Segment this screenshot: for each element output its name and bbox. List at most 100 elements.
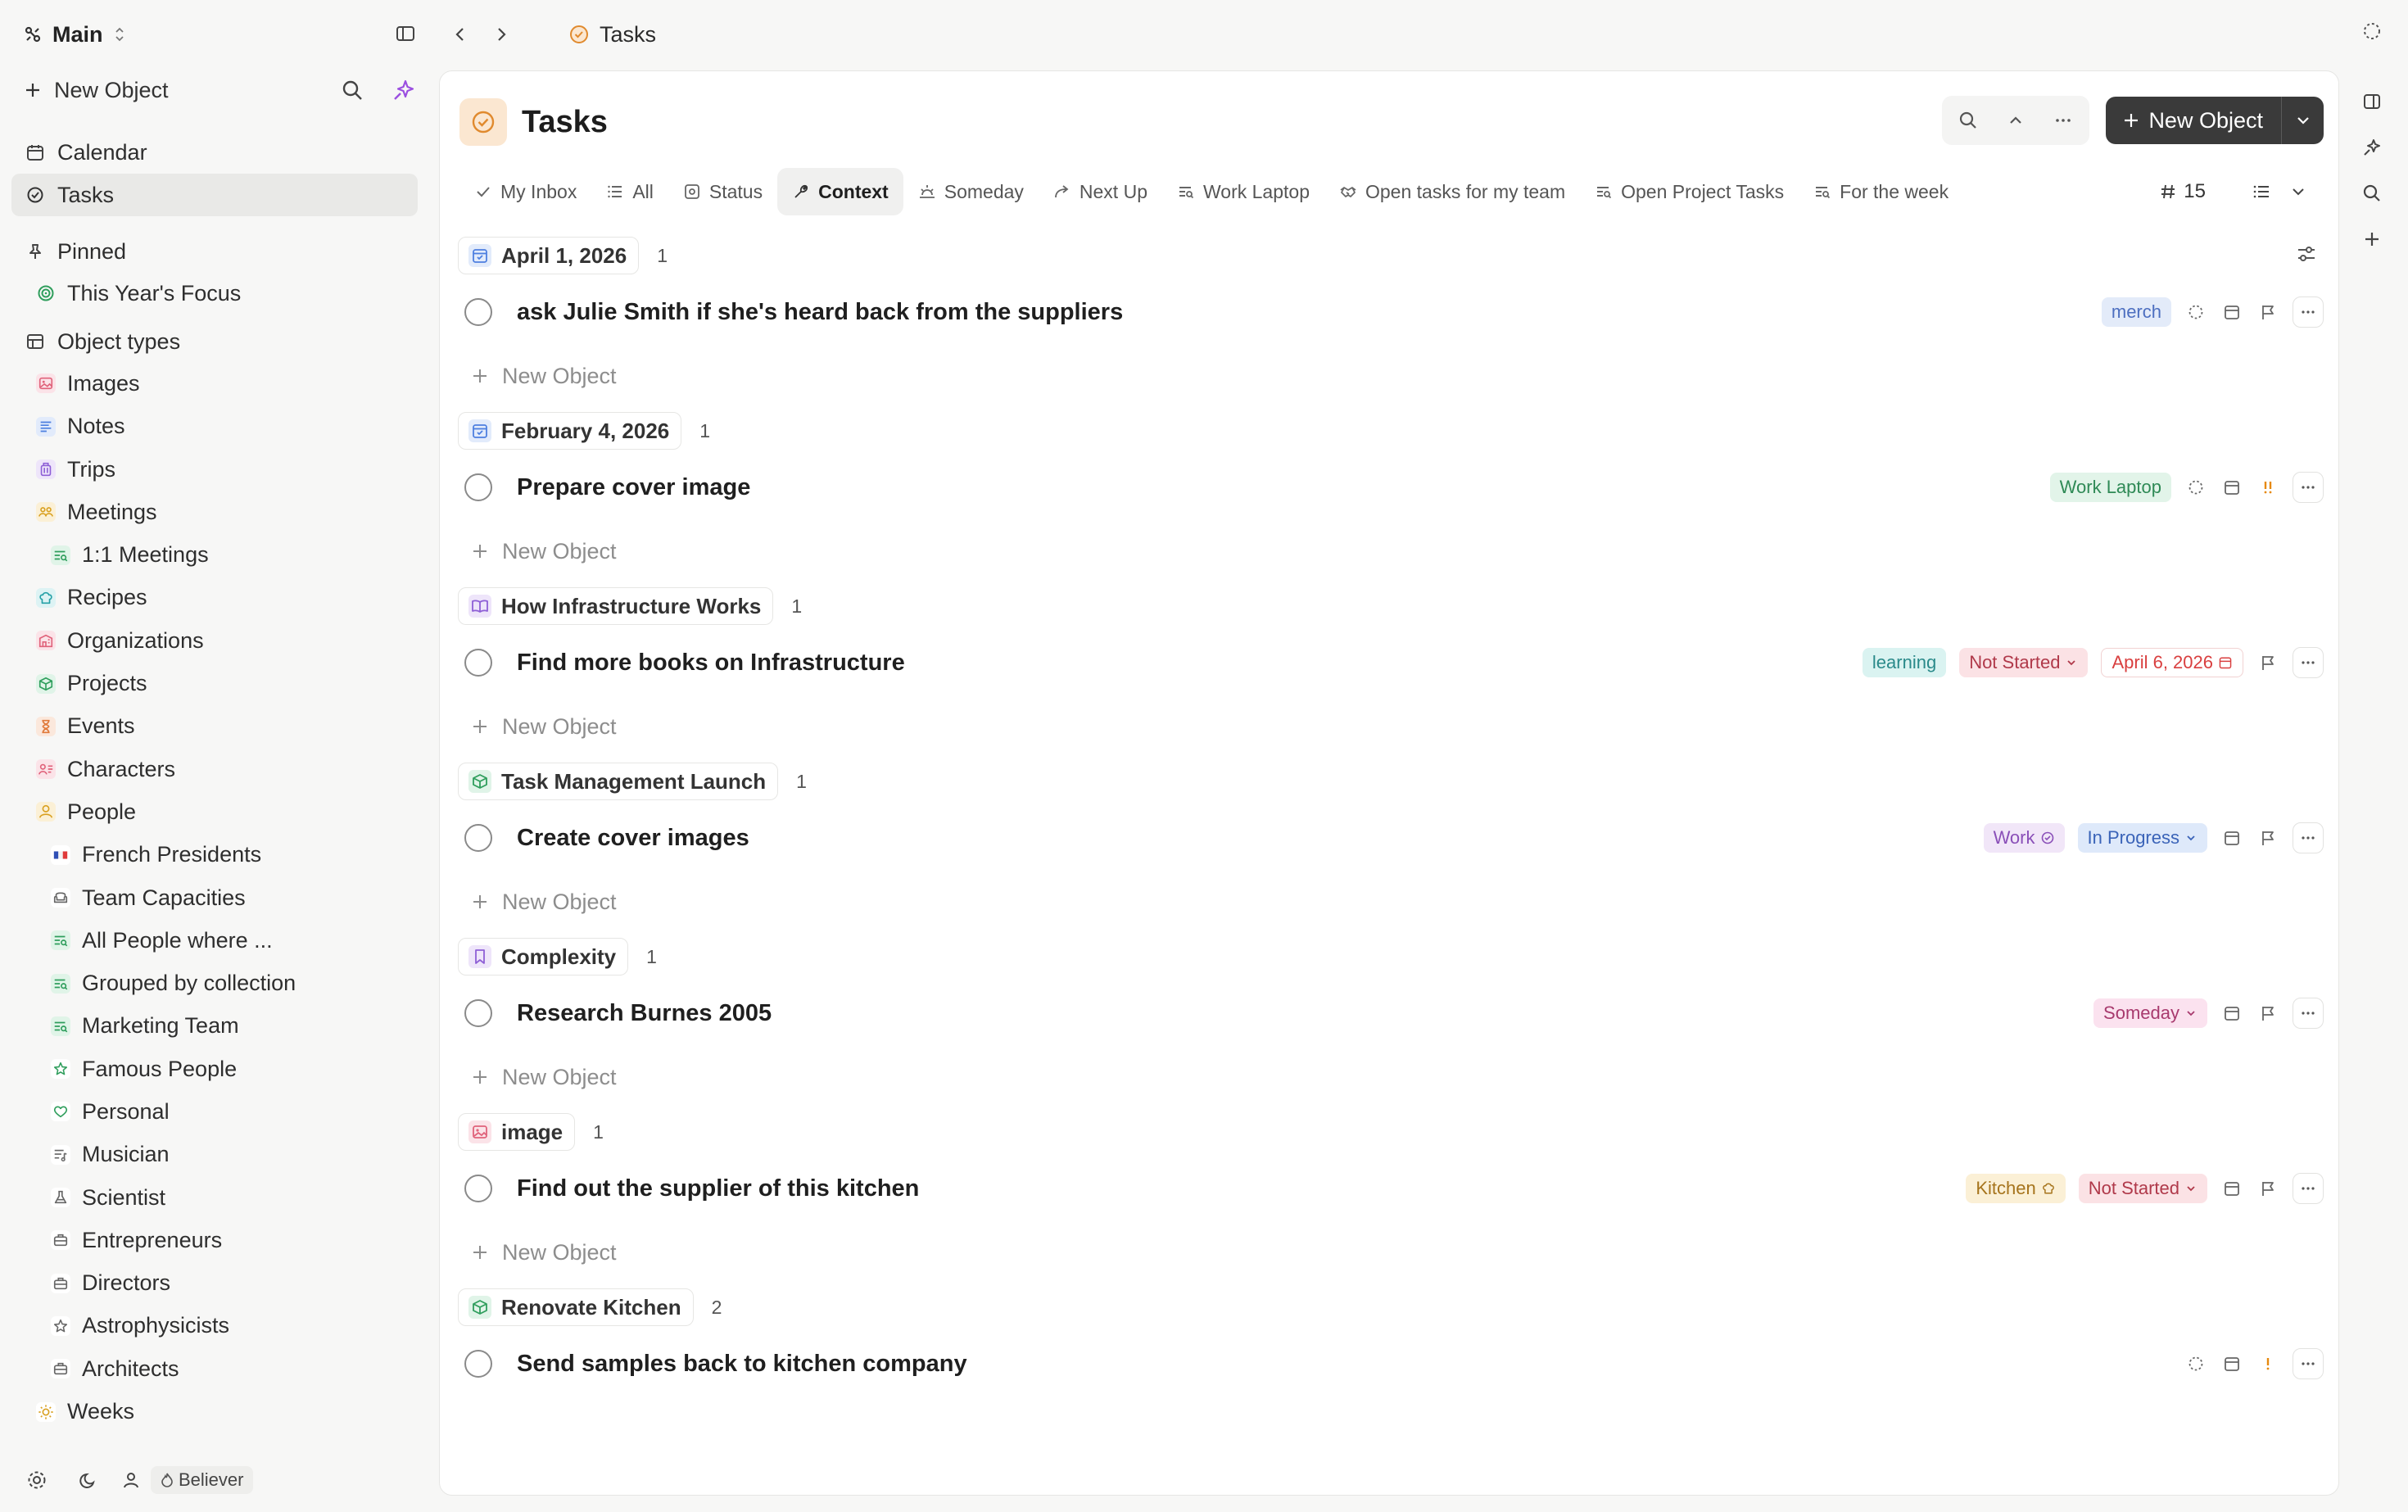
task-title[interactable]: ask Julie Smith if she's heard back from… <box>517 299 1123 326</box>
new-object-button-main[interactable]: New Object <box>2106 97 2281 144</box>
task-checkbox[interactable] <box>464 824 492 852</box>
ai-sparkle-icon[interactable] <box>392 78 416 102</box>
object-types-section-header[interactable]: Object types <box>11 315 418 362</box>
task-title[interactable]: Find out the supplier of this kitchen <box>517 1175 919 1202</box>
loading-circle-icon[interactable] <box>2362 21 2382 41</box>
new-object-button[interactable]: New Object <box>2106 97 2324 144</box>
sidebar-item-architects[interactable]: Architects <box>11 1347 418 1390</box>
calendar-icon[interactable] <box>2220 1002 2243 1025</box>
calendar-icon[interactable] <box>2220 1352 2243 1375</box>
task-row[interactable]: Prepare cover image Work Laptop <box>458 455 2324 520</box>
group-chip[interactable]: Task Management Launch <box>458 763 779 800</box>
search-icon[interactable] <box>341 79 364 102</box>
group-chip[interactable]: Complexity <box>458 938 629 976</box>
add-task-button[interactable]: New Object <box>458 1221 2324 1283</box>
status-dashed-icon[interactable] <box>2184 1352 2207 1375</box>
task-row[interactable]: Find out the supplier of this kitchen Kit… <box>458 1156 2324 1221</box>
sidebar-toggle-icon[interactable] <box>395 23 416 44</box>
tab-status[interactable]: Status <box>668 168 777 215</box>
group-chip[interactable]: February 4, 2026 <box>458 412 682 450</box>
sidebar-item-meetings[interactable]: Meetings <box>11 491 418 533</box>
task-row[interactable]: Send samples back to kitchen company <box>458 1331 2324 1397</box>
search-icon[interactable] <box>2362 183 2382 203</box>
tab-open-tasks-for-my-team[interactable]: Open tasks for my team <box>1324 168 1580 215</box>
task-tag[interactable]: Someday <box>2093 998 2207 1028</box>
ai-wand-icon[interactable] <box>2362 138 2382 157</box>
breadcrumb[interactable]: Tasks <box>568 22 656 48</box>
sidebar-item-musician[interactable]: Musician <box>11 1134 418 1176</box>
sidebar-item-all-people-where[interactable]: All People where ... <box>11 919 418 962</box>
task-title[interactable]: Research Burnes 2005 <box>517 1000 772 1027</box>
task-row[interactable]: Find more books on Infrastructure learnin… <box>458 630 2324 695</box>
task-tag[interactable]: Work <box>1983 823 2065 853</box>
tab-next-up[interactable]: Next Up <box>1039 168 1162 215</box>
sidebar-item-tasks[interactable]: Tasks <box>11 174 418 216</box>
search-icon[interactable] <box>1947 99 1989 142</box>
more-horizontal-icon[interactable] <box>2293 647 2324 678</box>
task-row[interactable]: ask Julie Smith if she's heard back from… <box>458 279 2324 345</box>
sidebar-item-grouped-by-collection[interactable]: Grouped by collection <box>11 962 418 1004</box>
sidebar-item-famous-people[interactable]: Famous People <box>11 1048 418 1090</box>
add-task-button[interactable]: New Object <box>458 520 2324 582</box>
group-chip[interactable]: How Infrastructure Works <box>458 587 774 625</box>
sidebar-item-images[interactable]: Images <box>11 362 418 405</box>
task-tag[interactable]: Not Started <box>1959 648 2089 677</box>
sidebar-item-notes[interactable]: Notes <box>11 405 418 448</box>
sidebar-item-projects[interactable]: Projects <box>11 662 418 704</box>
task-tag[interactable]: merch <box>2101 297 2171 327</box>
task-tag[interactable]: In Progress <box>2077 823 2207 853</box>
sidebar-item-calendar[interactable]: Calendar <box>11 131 418 174</box>
calendar-icon[interactable] <box>2220 301 2243 324</box>
add-task-button[interactable]: New Object <box>458 695 2324 758</box>
task-title[interactable]: Prepare cover image <box>517 474 750 501</box>
sidebar-item-marketing-team[interactable]: Marketing Team <box>11 1005 418 1048</box>
tab-context[interactable]: Context <box>777 168 903 215</box>
task-title[interactable]: Create cover images <box>517 825 749 852</box>
add-task-button[interactable]: New Object <box>458 871 2324 933</box>
collapse-up-icon[interactable] <box>1994 99 2037 142</box>
task-tag[interactable]: learning <box>1862 648 1947 677</box>
list-view-icon[interactable] <box>2252 182 2271 201</box>
forward-arrow-icon[interactable] <box>491 25 511 44</box>
flag-icon[interactable] <box>2256 826 2279 849</box>
sidebar-item-weeks[interactable]: Weeks <box>11 1390 418 1433</box>
task-title[interactable]: Send samples back to kitchen company <box>517 1351 967 1378</box>
calendar-icon[interactable] <box>2220 826 2243 849</box>
task-tag[interactable]: Work Laptop <box>2049 473 2171 502</box>
group-chip[interactable]: April 1, 2026 <box>458 237 640 274</box>
sidebar-item-entrepreneurs[interactable]: Entrepreneurs <box>11 1219 418 1261</box>
workspace-switcher[interactable]: Main <box>23 22 126 48</box>
sidebar-item-organizations[interactable]: Organizations <box>11 619 418 662</box>
more-horizontal-icon[interactable] <box>2293 998 2324 1029</box>
more-horizontal-icon[interactable] <box>2042 99 2084 142</box>
more-horizontal-icon[interactable] <box>2293 822 2324 853</box>
task-checkbox[interactable] <box>464 999 492 1027</box>
group-chip[interactable]: image <box>458 1113 576 1151</box>
sidebar-item-scientist[interactable]: Scientist <box>11 1176 418 1219</box>
status-dashed-icon[interactable] <box>2184 301 2207 324</box>
flag-icon[interactable] <box>2256 1002 2279 1025</box>
settings-gear-icon[interactable] <box>26 1469 48 1491</box>
sidebar-item-people[interactable]: People <box>11 790 418 833</box>
tab-all[interactable]: All <box>591 168 668 215</box>
split-panel-icon[interactable] <box>2362 92 2382 111</box>
priority-high-icon[interactable] <box>2256 476 2279 499</box>
flag-icon[interactable] <box>2256 651 2279 674</box>
pinned-section-header[interactable]: Pinned <box>11 224 418 272</box>
sidebar-item-personal[interactable]: Personal <box>11 1090 418 1133</box>
tab-work-laptop[interactable]: Work Laptop <box>1162 168 1324 215</box>
more-horizontal-icon[interactable] <box>2293 472 2324 503</box>
chevron-down-icon[interactable] <box>2289 183 2307 201</box>
flag-icon[interactable] <box>2256 1177 2279 1200</box>
task-title[interactable]: Find more books on Infrastructure <box>517 650 905 677</box>
sidebar-new-object-button[interactable]: New Object <box>23 72 416 108</box>
sidebar-item-events[interactable]: Events <box>11 705 418 748</box>
moon-icon[interactable] <box>79 1470 98 1490</box>
task-row[interactable]: Create cover images Work In Progress <box>458 805 2324 871</box>
tab-for-the-week[interactable]: For the week <box>1799 168 1963 215</box>
sidebar-item-astrophysicists[interactable]: Astrophysicists <box>11 1305 418 1347</box>
sidebar-item-team-capacities[interactable]: Team Capacities <box>11 876 418 919</box>
task-checkbox[interactable] <box>464 1175 492 1202</box>
sidebar-item-french-presidents[interactable]: French Presidents <box>11 834 418 876</box>
status-dashed-icon[interactable] <box>2184 476 2207 499</box>
